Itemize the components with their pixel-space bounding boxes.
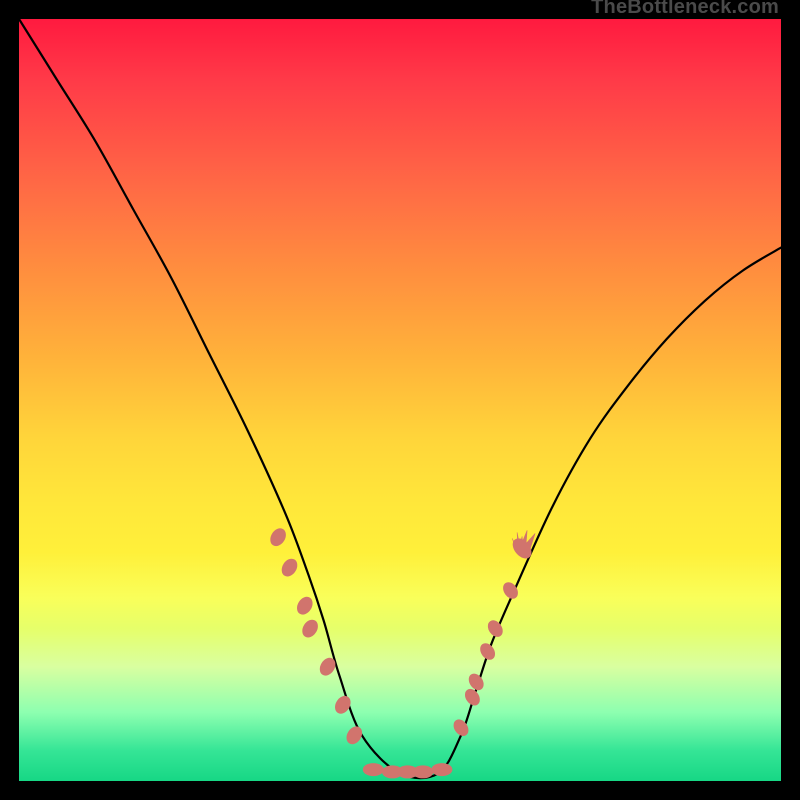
curve-markers-left [268,526,365,746]
curve-markers-flat [363,764,452,778]
bottleneck-curve [19,19,781,778]
chart-frame: TheBottleneck.com [19,19,781,781]
watermark-text: TheBottleneck.com [591,0,779,19]
chart-overlay [19,19,781,781]
curve-flame-decoration [510,530,535,561]
